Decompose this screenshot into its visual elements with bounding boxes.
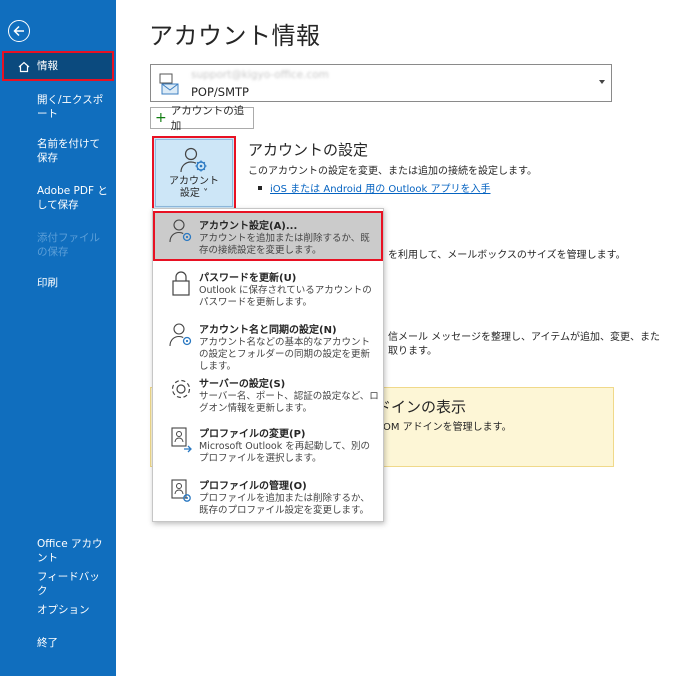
plus-icon: + bbox=[155, 110, 167, 126]
menu-item-name-sync-settings[interactable]: アカウント名と同期の設定(N) アカウント名などの基本的なアカウントの設定とフォ… bbox=[155, 317, 383, 372]
menu-item-account-settings[interactable]: アカウント設定(A)... アカウントを追加または削除するか、既存の接続設定を変… bbox=[153, 211, 383, 261]
account-settings-label-line1: アカウント bbox=[169, 176, 219, 187]
menu-item-title: アカウント名と同期の設定(N) bbox=[199, 325, 337, 336]
mobile-app-link[interactable]: iOS または Android 用の Outlook アプリを入手 bbox=[270, 180, 491, 195]
addin-description: COM アドインを管理します。 bbox=[376, 422, 512, 433]
add-account-button[interactable]: + アカウントの追加 bbox=[150, 105, 254, 132]
account-settings-button[interactable]: アカウント 設定 ˅ bbox=[152, 136, 236, 210]
menu-item-description: Outlook に保存されているアカウントのパスワードを更新します。 bbox=[199, 285, 372, 308]
menu-item-title: パスワードを更新(U) bbox=[199, 273, 297, 284]
sidebar-item-open-export[interactable]: 開く/エクスポート bbox=[0, 93, 116, 121]
sidebar-item-options[interactable]: オプション bbox=[0, 603, 116, 617]
menu-item-title: プロファイルの変更(P) bbox=[199, 429, 306, 440]
sidebar-item-print[interactable]: 印刷 bbox=[0, 276, 116, 290]
sidebar-item-info[interactable]: 情報 bbox=[2, 51, 114, 81]
menu-item-server-settings[interactable]: サーバーの設定(S) サーバー名、ポート、認証の設定など、ログオン情報を更新しま… bbox=[155, 371, 383, 419]
profile-switch-icon bbox=[171, 427, 192, 453]
lock-icon bbox=[172, 271, 190, 296]
rules-alerts-text: 信メール メッセージを整理し、アイテムが追加、変更、また bbox=[388, 332, 660, 343]
sidebar-item-save-as[interactable]: 名前を付けて保存 bbox=[0, 137, 116, 165]
menu-item-update-password[interactable]: パスワードを更新(U) Outlook に保存されているアカウントのパスワードを… bbox=[155, 265, 383, 313]
menu-item-description: Microsoft Outlook を再起動して、別のプロファイルを選択します。 bbox=[199, 441, 371, 464]
menu-item-title: アカウント設定(A)... bbox=[199, 221, 298, 232]
profile-manage-icon bbox=[171, 479, 191, 502]
menu-item-description: プロファイルを追加または削除するか、既存のプロファイル設定を変更します。 bbox=[199, 493, 370, 516]
account-settings-label-line2: 設定 ˅ bbox=[179, 188, 209, 199]
rules-alerts-text-2: 取ります。 bbox=[388, 346, 437, 357]
mail-account-icon bbox=[159, 73, 179, 95]
account-selector[interactable]: support@kigyo-office.com POP/SMTP bbox=[150, 64, 612, 102]
menu-item-title: サーバーの設定(S) bbox=[199, 379, 286, 390]
bullet-icon bbox=[258, 185, 262, 190]
account-settings-description: このアカウントの設定を変更、または追加の接続を設定します。 bbox=[248, 166, 537, 177]
menu-item-description: サーバー名、ポート、認証の設定など、ログオン情報を更新します。 bbox=[199, 391, 379, 414]
sidebar-item-save-adobe-pdf[interactable]: Adobe PDF として保存 bbox=[0, 184, 116, 212]
menu-item-title: プロファイルの管理(O) bbox=[199, 481, 307, 492]
account-settings-heading: アカウントの設定 bbox=[248, 141, 369, 159]
back-arrow-icon[interactable] bbox=[8, 20, 30, 42]
menu-item-description: アカウント名などの基本的なアカウントの設定とフォルダーの同期の設定を更新します。 bbox=[199, 337, 371, 372]
menu-item-description: アカウントを追加または削除するか、既存の接続設定を変更します。 bbox=[199, 233, 370, 256]
page-title: アカウント情報 bbox=[149, 22, 321, 50]
home-icon bbox=[18, 61, 30, 73]
menu-item-manage-profiles[interactable]: プロファイルの管理(O) プロファイルを追加または削除するか、既存のプロファイル… bbox=[155, 473, 383, 521]
menu-item-change-profile[interactable]: プロファイルの変更(P) Microsoft Outlook を再起動して、別の… bbox=[155, 421, 383, 471]
sidebar-item-office-account[interactable]: Office アカウント bbox=[0, 537, 116, 565]
add-account-label: アカウントの追加 bbox=[170, 105, 245, 132]
person-gear-icon bbox=[180, 147, 207, 173]
backstage-sidebar: 情報 開く/エクスポート 名前を付けて保存 Adobe PDF として保存 添付… bbox=[0, 0, 116, 676]
gear-icon bbox=[171, 379, 191, 399]
chevron-down-icon bbox=[599, 80, 605, 84]
addin-heading: ドインの表示 bbox=[376, 398, 467, 416]
account-type: POP/SMTP bbox=[191, 85, 249, 99]
account-settings-menu: アカウント設定(A)... アカウントを追加または削除するか、既存の接続設定を変… bbox=[152, 208, 384, 522]
account-email: support@kigyo-office.com bbox=[191, 69, 329, 81]
mailbox-settings-text: を利用して、メールボックスのサイズを管理します。 bbox=[388, 250, 626, 261]
person-gear-icon bbox=[169, 219, 192, 243]
person-gear-icon bbox=[169, 323, 192, 347]
sidebar-item-save-attachments: 添付ファイルの保存 bbox=[37, 232, 100, 258]
mobile-app-link-row: iOS または Android 用の Outlook アプリを入手 bbox=[258, 180, 491, 195]
sidebar-item-feedback[interactable]: フィードバック bbox=[0, 570, 116, 598]
sidebar-item-label: 情報 bbox=[37, 60, 58, 72]
sidebar-item-exit[interactable]: 終了 bbox=[0, 636, 116, 650]
